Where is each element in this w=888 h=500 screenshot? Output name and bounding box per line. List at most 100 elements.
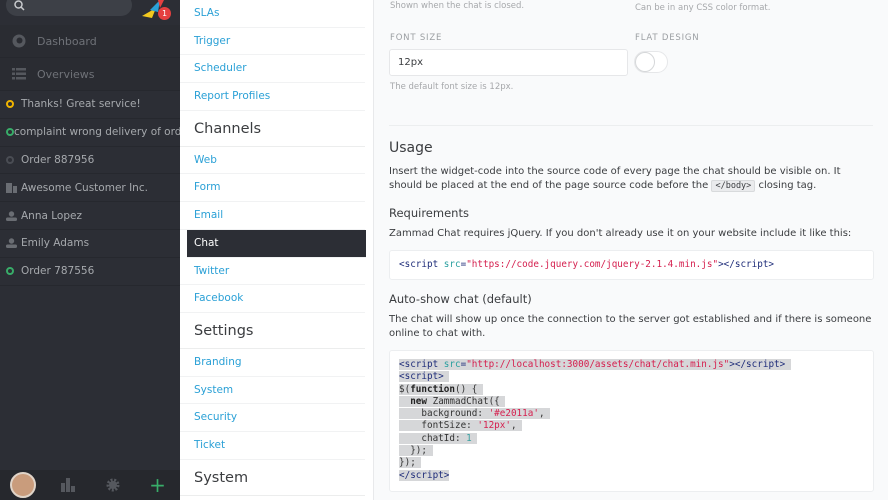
add-button[interactable]: + [135, 470, 180, 500]
code-token: ></script> [718, 259, 775, 270]
notification-badge[interactable]: 1 [158, 7, 171, 20]
status-dot-icon [6, 100, 21, 109]
nav-dashboard[interactable]: Dashboard [0, 25, 180, 58]
channels-heading: Channels [180, 111, 365, 147]
auto-show-text: The chat will show up once the connectio… [389, 314, 872, 339]
code-token: </script> [399, 469, 450, 481]
flat-design-toggle[interactable] [634, 51, 668, 73]
nav-item-web[interactable]: Web [180, 147, 365, 175]
auto-show-heading: Auto-show chat (default) [389, 292, 532, 306]
chat-settings-content: Shown when the chat is closed. Can be in… [375, 0, 888, 500]
code-token: <script [399, 259, 444, 270]
task-label: Emily Adams [21, 237, 90, 250]
font-size-hint: The default font size is 12px. [390, 82, 514, 92]
nav-label: Dashboard [37, 34, 97, 48]
nav-item-slas[interactable]: SLAs [180, 0, 365, 28]
task-label: complaint wrong delivery of ord... [14, 126, 180, 139]
code-line: new ZammadChat({ [399, 395, 864, 408]
code-line: }); [399, 457, 864, 469]
nav-item-report-profiles[interactable]: Report Profiles [180, 83, 365, 111]
user-icon [6, 238, 21, 249]
task-item[interactable]: Thanks! Great service! [0, 91, 180, 119]
nav-item-branding[interactable]: Branding [180, 349, 365, 377]
task-label: Awesome Customer Inc. [21, 181, 148, 194]
task-item[interactable]: complaint wrong delivery of ord... [0, 119, 180, 147]
task-item[interactable]: Anna Lopez [0, 202, 180, 230]
usage-text: Insert the widget-code into the source c… [389, 165, 873, 193]
user-avatar-button[interactable] [0, 470, 45, 500]
code-token: () { [454, 383, 483, 395]
usage-heading: Usage [389, 140, 433, 156]
code-token: ></script> [729, 359, 791, 370]
system-heading: System [180, 460, 365, 496]
task-label: Thanks! Great service! [21, 98, 141, 111]
flat-design-label: FLAT DESIGN [635, 33, 700, 43]
status-dot-icon [6, 155, 21, 164]
nav-item-chat[interactable]: Chat [187, 229, 366, 258]
settings-heading: Settings [180, 313, 365, 349]
dashboard-icon [0, 34, 37, 48]
nav-item-facebook[interactable]: Facebook [180, 285, 365, 313]
code-token: function [410, 383, 455, 395]
nav-label: Overviews [37, 67, 95, 81]
task-item[interactable]: Order 887956 [0, 147, 180, 175]
code-line: <script src="https://code.jquery.com/jqu… [399, 259, 864, 271]
user-icon [6, 210, 21, 221]
reports-button[interactable] [45, 470, 90, 500]
nav-item-twitter[interactable]: Twitter [180, 258, 365, 286]
task-item[interactable]: Awesome Customer Inc. [0, 174, 180, 203]
usage-text-2: closing tag. [758, 180, 817, 191]
code-line: <script src="http://localhost:3000/asset… [399, 359, 864, 371]
toggle-knob [635, 52, 655, 72]
nav-item-email[interactable]: Email [180, 202, 365, 230]
code-line: <script> [399, 371, 864, 383]
task-item[interactable]: Emily Adams [0, 230, 180, 258]
code-token: }); [399, 445, 433, 457]
nav-item-trigger[interactable]: Trigger [180, 28, 365, 56]
code-line: </script> [399, 469, 864, 482]
code-token: src [443, 359, 461, 370]
sidebar: 1 Dashboard Overviews Thanks! Great serv… [0, 0, 180, 500]
task-label: Order 787556 [21, 265, 95, 278]
requirements-heading: Requirements [389, 206, 469, 220]
nav-item-form[interactable]: Form [180, 174, 365, 203]
requirements-text: Zammad Chat requires jQuery. If you don'… [389, 228, 852, 239]
code-line: }); [399, 445, 864, 457]
avatar [9, 472, 36, 498]
sidebar-bottom-bar: + [0, 470, 180, 500]
code-token: , [538, 408, 551, 420]
code-token: src [443, 259, 461, 270]
status-dot-icon [6, 267, 21, 276]
settings-button[interactable] [90, 470, 135, 500]
list-icon [0, 68, 37, 80]
font-size-input[interactable]: 12px [389, 49, 628, 76]
task-item[interactable]: Order 787556 [0, 258, 180, 286]
code-line: chatId: 1 [399, 432, 864, 445]
nav-item-scheduler[interactable]: Scheduler [180, 55, 365, 84]
nav-item-system[interactable]: System [180, 377, 365, 405]
jquery-code-block[interactable]: <script src="https://code.jquery.com/jqu… [389, 250, 874, 280]
font-size-label: FONT SIZE [390, 33, 443, 43]
code-token: "https://code.jquery.com/jquery-2.1.4.mi… [466, 259, 719, 270]
code-token: , [510, 420, 523, 432]
widget-code-block[interactable]: <script src="http://localhost:3000/asset… [389, 350, 874, 492]
search-input[interactable] [6, 0, 132, 16]
search-icon [14, 0, 25, 11]
divider [389, 125, 873, 126]
code-token: ZammadChat({ [427, 395, 506, 407]
code-token: }); [399, 457, 422, 469]
code-token: <script [399, 359, 444, 370]
code-line: $(function() { [399, 383, 864, 396]
settings-nav: SLAs Trigger Scheduler Report Profiles Chann… [180, 0, 374, 500]
code-token: $( [399, 383, 411, 395]
inline-code: </body> [711, 180, 756, 192]
nav-item-security[interactable]: Security [180, 404, 365, 432]
nav-overviews[interactable]: Overviews [0, 58, 180, 91]
task-label: Order 887956 [21, 153, 95, 166]
code-token: '#e2011a' [488, 408, 539, 420]
code-token: chatId: [399, 432, 467, 444]
bar-chart-icon [60, 478, 75, 492]
nav-item-ticket[interactable]: Ticket [180, 432, 365, 460]
code-line: fontSize: '12px', [399, 420, 864, 432]
